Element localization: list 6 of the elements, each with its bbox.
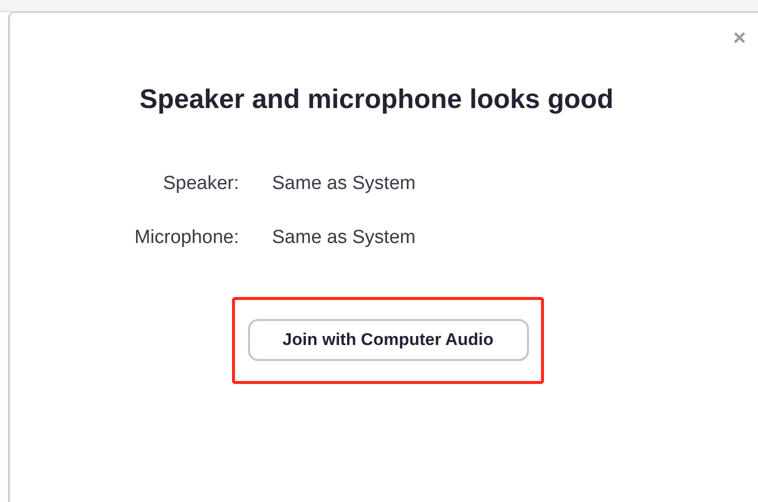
field-label: Speaker: (162, 172, 239, 196)
dialog-title: Speaker and microphone looks good (139, 83, 614, 116)
field-value: Same as System (272, 172, 416, 196)
field-value: Same as System (272, 226, 416, 250)
join-audio-button[interactable]: Join with Computer Audio (248, 319, 528, 361)
field-label: Microphone: (133, 226, 239, 250)
